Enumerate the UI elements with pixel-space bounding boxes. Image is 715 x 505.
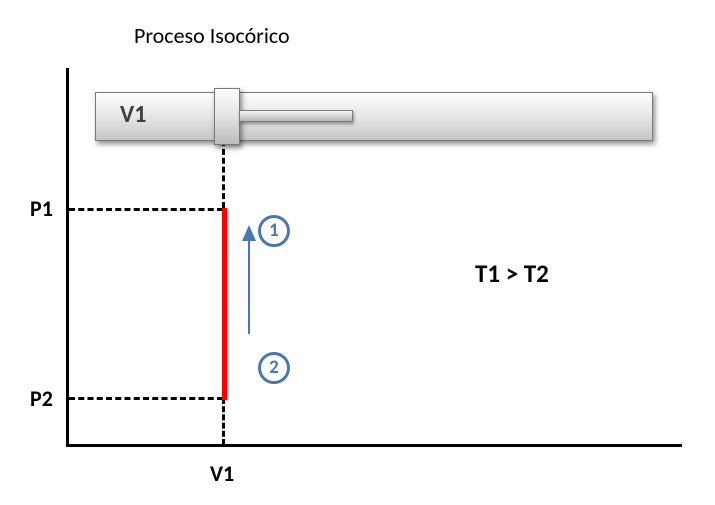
label-p1: P1 xyxy=(30,195,53,222)
x-axis xyxy=(66,444,682,447)
y-axis xyxy=(66,68,69,446)
gas-volume-label: V1 xyxy=(120,100,146,129)
cylinder-body xyxy=(95,92,653,141)
process-arrow-shaft xyxy=(248,239,250,334)
guide-v1-lower xyxy=(222,398,225,445)
isochoric-process-line xyxy=(222,208,227,400)
label-p2: P2 xyxy=(30,385,53,412)
guide-v1-upper xyxy=(222,140,225,208)
guide-p2 xyxy=(69,397,223,400)
guide-p1 xyxy=(69,208,223,211)
label-v1: V1 xyxy=(210,460,234,487)
temperature-relation: T1 > T2 xyxy=(475,258,549,289)
piston-rod xyxy=(239,110,353,122)
diagram-title: Proceso Isocórico xyxy=(134,22,290,49)
state-1-badge: 1 xyxy=(258,215,290,247)
state-2-badge: 2 xyxy=(258,352,290,384)
piston-head xyxy=(214,88,240,145)
process-arrow-head xyxy=(242,225,256,241)
